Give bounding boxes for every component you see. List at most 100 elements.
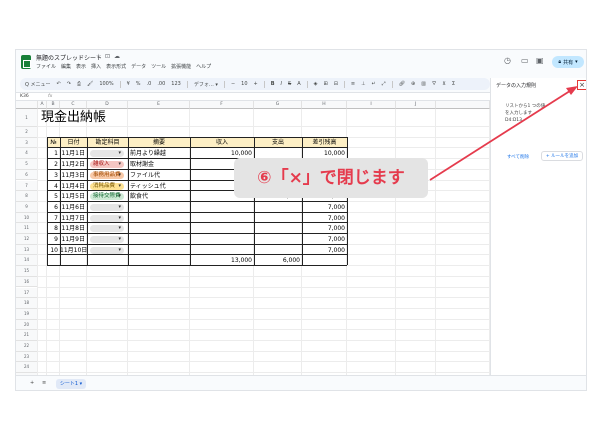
menu-data[interactable]: データ: [131, 63, 146, 70]
sheet-tab[interactable]: シート1 ▾: [56, 379, 86, 389]
account-dropdown-chip[interactable]: ▾: [90, 150, 124, 158]
menu-format[interactable]: 表示形式: [106, 63, 126, 70]
sheets-logo-icon[interactable]: [21, 55, 31, 69]
dropdown-arrow-icon[interactable]: ▾: [118, 225, 121, 232]
paint-format-icon[interactable]: 🖌︎: [87, 81, 93, 87]
row-header[interactable]: 24: [16, 362, 38, 374]
number-format-button[interactable]: 123: [171, 81, 181, 87]
chart-icon[interactable]: ▥: [421, 81, 426, 87]
row-header[interactable]: 17: [16, 287, 38, 299]
row-header[interactable]: 4: [16, 148, 38, 160]
undo-icon[interactable]: ↶: [57, 81, 61, 87]
doc-title[interactable]: 無題のスプレッドシート: [36, 53, 102, 62]
spreadsheet-grid[interactable]: ABCDEFGHIJ 1 2 3 4 5 6 7 8 9 10 11 12 13 14 15 16 17 18 19…: [16, 101, 490, 375]
comment-icon[interactable]: ▭: [521, 57, 529, 65]
strikethrough-button[interactable]: S: [288, 81, 291, 87]
menu-edit[interactable]: 編集: [61, 63, 71, 70]
column-header[interactable]: E: [128, 101, 190, 109]
select-all-corner[interactable]: [16, 101, 38, 109]
text-color-button[interactable]: A: [297, 81, 300, 87]
font-size-increase[interactable]: +: [254, 81, 258, 87]
share-button[interactable]: 🔒︎ 共有 ▾: [552, 56, 584, 68]
menu-search[interactable]: Q メニュー: [25, 81, 51, 88]
account-dropdown-chip[interactable]: 消耗品費 ▾: [90, 182, 124, 190]
borders-icon[interactable]: ⊞: [324, 81, 328, 87]
row-header[interactable]: 2: [16, 127, 38, 138]
column-header[interactable]: [436, 101, 490, 109]
validation-rule[interactable]: リストから1 つの値 を入力します D4:D13: [505, 103, 545, 124]
row-header[interactable]: 20: [16, 319, 38, 331]
align-icon[interactable]: ≡: [351, 81, 355, 87]
column-header[interactable]: F: [190, 101, 254, 109]
dropdown-arrow-icon[interactable]: ▾: [118, 204, 121, 211]
column-header[interactable]: H: [302, 101, 347, 109]
dropdown-arrow-icon[interactable]: ▾: [118, 236, 121, 243]
account-dropdown-chip[interactable]: ▾: [90, 214, 124, 222]
font-select[interactable]: デフォ… ▾: [194, 81, 218, 88]
row-header[interactable]: 8: [16, 191, 38, 202]
menu-insert[interactable]: 挿入: [91, 63, 101, 70]
wrap-icon[interactable]: ↵: [371, 81, 375, 87]
column-header[interactable]: D: [87, 101, 128, 109]
history-icon[interactable]: ◷: [504, 57, 511, 65]
menu-extensions[interactable]: 拡張機能: [171, 63, 191, 70]
row-header[interactable]: 5: [16, 159, 38, 170]
row-header[interactable]: 18: [16, 298, 38, 309]
name-box[interactable]: K36: [20, 94, 29, 99]
menu-help[interactable]: ヘルプ: [196, 63, 211, 70]
add-sheet-icon[interactable]: +: [30, 380, 34, 386]
bold-button[interactable]: B: [271, 81, 275, 87]
row-header[interactable]: 1: [16, 109, 38, 127]
currency-button[interactable]: ¥: [127, 81, 130, 87]
account-dropdown-chip[interactable]: ▾: [90, 203, 124, 211]
column-header[interactable]: C: [60, 101, 87, 109]
remove-all-button[interactable]: すべて削除: [507, 154, 529, 160]
dropdown-arrow-icon[interactable]: ▾: [118, 150, 121, 157]
dropdown-arrow-icon[interactable]: ▾: [118, 172, 121, 179]
row-header[interactable]: 7: [16, 180, 38, 192]
row-header[interactable]: 3: [16, 137, 38, 149]
redo-icon[interactable]: ↷: [67, 81, 71, 87]
account-dropdown-chip[interactable]: 接待交際費 ▾: [90, 193, 124, 201]
print-icon[interactable]: ⎙: [77, 81, 81, 87]
account-dropdown-chip[interactable]: ▾: [90, 225, 124, 233]
row-header[interactable]: 9: [16, 201, 38, 213]
row-header[interactable]: 12: [16, 234, 38, 245]
row-header[interactable]: 11: [16, 223, 38, 234]
italic-button[interactable]: I: [281, 81, 282, 87]
row-header[interactable]: 14: [16, 255, 38, 267]
row-header[interactable]: 13: [16, 244, 38, 256]
row-header[interactable]: 22: [16, 341, 38, 352]
dropdown-arrow-icon[interactable]: ▾: [118, 215, 121, 222]
row-header[interactable]: 21: [16, 330, 38, 341]
row-header[interactable]: 16: [16, 276, 38, 288]
account-dropdown-chip[interactable]: 事務用品費 ▾: [90, 171, 124, 179]
column-header[interactable]: A: [38, 101, 47, 109]
column-header[interactable]: G: [254, 101, 302, 109]
column-header[interactable]: I: [347, 101, 396, 109]
link-icon[interactable]: 🔗︎: [399, 81, 405, 87]
dropdown-arrow-icon[interactable]: ▾: [118, 247, 121, 254]
star-icon[interactable]: ☆: [96, 53, 101, 60]
rotate-icon[interactable]: ⤢: [382, 81, 386, 87]
dropdown-arrow-icon[interactable]: ▾: [118, 183, 121, 190]
filter-views-icon[interactable]: ⊻: [442, 81, 446, 87]
dropdown-arrow-icon[interactable]: ▾: [118, 161, 121, 168]
move-icon[interactable]: ⊡: [105, 53, 110, 60]
menu-tools[interactable]: ツール: [151, 63, 166, 70]
row-header[interactable]: 23: [16, 351, 38, 363]
fill-color-icon[interactable]: ◈: [314, 81, 318, 87]
row-header[interactable]: 6: [16, 169, 38, 181]
meet-icon[interactable]: ▣: [536, 57, 544, 65]
account-dropdown-chip[interactable]: ▾: [90, 236, 124, 243]
valign-icon[interactable]: ⊥: [361, 81, 365, 87]
menu-file[interactable]: ファイル: [36, 63, 56, 70]
column-header[interactable]: B: [47, 101, 60, 109]
font-size-decrease[interactable]: −: [231, 81, 235, 87]
dropdown-arrow-icon[interactable]: ▾: [118, 193, 121, 200]
font-size-box[interactable]: 10: [241, 81, 247, 87]
percent-button[interactable]: %: [136, 81, 141, 87]
all-sheets-icon[interactable]: ≡: [42, 380, 46, 386]
decimal-decrease-button[interactable]: .0: [147, 81, 152, 87]
menu-view[interactable]: 表示: [76, 63, 86, 70]
